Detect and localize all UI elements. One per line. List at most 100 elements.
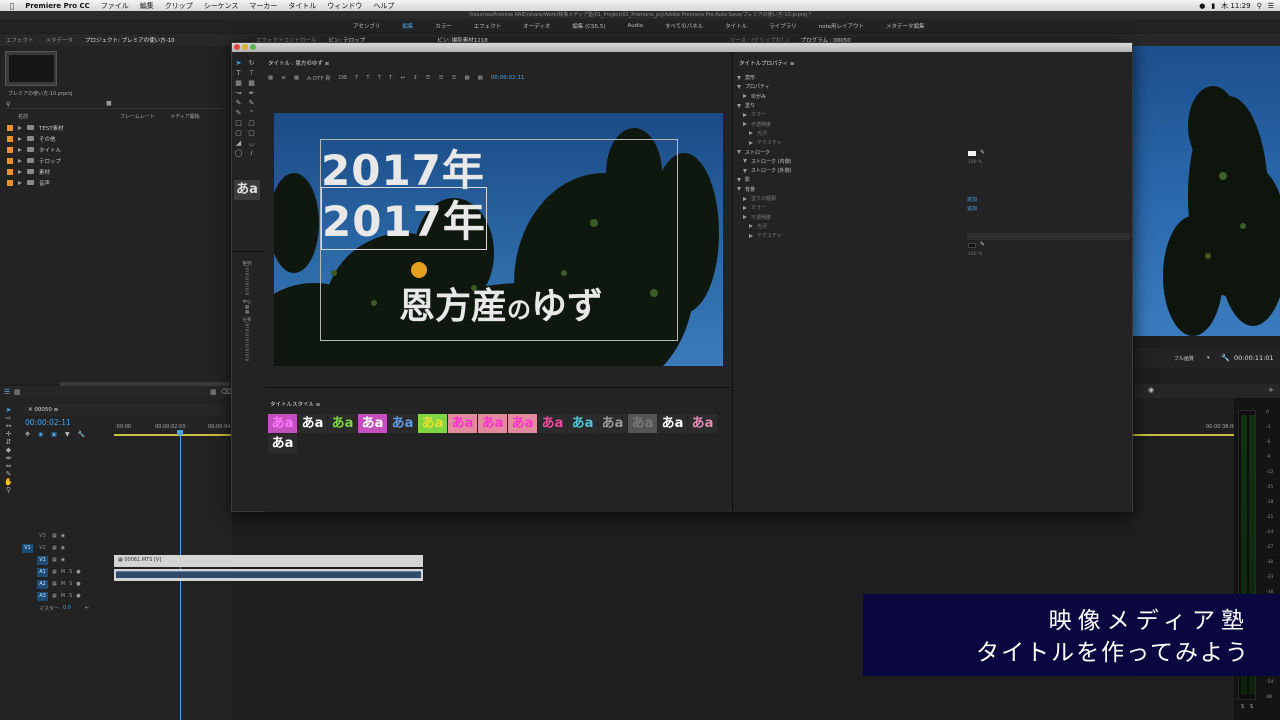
expand-icon[interactable] bbox=[18, 136, 22, 141]
ws-assembly[interactable]: アセンブリ bbox=[342, 22, 391, 30]
add-marker-icon[interactable]: ▣ bbox=[51, 431, 57, 438]
expand-icon[interactable] bbox=[743, 159, 747, 164]
selection-tool-icon[interactable]: ➤ bbox=[4, 406, 13, 414]
ws-libraries[interactable]: ライブラリ bbox=[758, 22, 808, 30]
expand-icon[interactable] bbox=[737, 84, 741, 89]
mic-icon[interactable]: ● bbox=[76, 581, 80, 587]
align-center-text-icon[interactable]: ☰ bbox=[439, 75, 444, 81]
center-v-icon[interactable]: ▦ bbox=[234, 310, 260, 315]
expand-icon[interactable] bbox=[737, 177, 741, 182]
sequence-tab[interactable]: ✕ 00050 ≡ bbox=[24, 404, 232, 416]
add-anchor-icon[interactable]: ✎ bbox=[234, 109, 243, 117]
ws-note[interactable]: note用レイアウト bbox=[808, 22, 875, 30]
expand-icon[interactable] bbox=[743, 112, 747, 117]
list-item[interactable]: タイトル bbox=[0, 144, 232, 155]
expand-icon[interactable] bbox=[18, 147, 22, 152]
eyedropper-icon[interactable]: ✎ bbox=[980, 149, 985, 156]
expand-icon[interactable] bbox=[749, 233, 753, 238]
sync-lock-icon[interactable]: ▦ bbox=[52, 581, 57, 587]
audio-clip[interactable] bbox=[114, 569, 423, 581]
style-swatch[interactable]: あa bbox=[538, 414, 567, 433]
eye-icon[interactable]: ◉ bbox=[61, 557, 65, 563]
background-opacity-value[interactable]: 100 % bbox=[968, 252, 982, 257]
menu-edit[interactable]: 編集 bbox=[140, 1, 154, 11]
menu-file[interactable]: ファイル bbox=[101, 1, 129, 11]
track-a3[interactable]: A3 ▦ M S ● bbox=[22, 590, 112, 602]
expand-icon[interactable] bbox=[18, 180, 22, 185]
style-swatch[interactable]: あa bbox=[298, 414, 327, 433]
rounded-corner-rect-icon[interactable]: ▢ bbox=[247, 129, 256, 137]
rounded-rect-icon[interactable]: ▢ bbox=[234, 129, 243, 137]
property-row[interactable]: ゆがみ bbox=[737, 92, 957, 101]
tab-stops-icon[interactable]: ▦ bbox=[464, 75, 469, 81]
property-row[interactable]: 光沢 bbox=[737, 129, 957, 138]
list-item[interactable]: 音声 bbox=[0, 177, 232, 188]
expand-icon[interactable] bbox=[749, 140, 753, 145]
icon-view-icon[interactable]: ▦ bbox=[14, 388, 21, 396]
add-icon[interactable]: + bbox=[1268, 386, 1274, 394]
style-swatch[interactable]: あa bbox=[268, 434, 297, 453]
solo-right[interactable]: S bbox=[1250, 704, 1253, 710]
program-video-frame[interactable] bbox=[1133, 46, 1280, 336]
sync-lock-icon[interactable]: ▦ bbox=[52, 557, 57, 563]
ws-audio[interactable]: Audio bbox=[617, 23, 655, 29]
video-clip[interactable]: ▦ 00061.MTS [V] bbox=[114, 555, 423, 567]
style-swatch[interactable]: あa bbox=[658, 414, 687, 433]
style-swatch[interactable]: あa bbox=[688, 414, 717, 433]
eye-icon[interactable]: ◉ bbox=[61, 533, 65, 539]
templates-icon[interactable]: ▦ bbox=[294, 75, 299, 81]
title-timecode[interactable]: 00:00:02:11 bbox=[491, 75, 525, 81]
bold-icon[interactable]: T bbox=[355, 75, 358, 81]
panel-menu-icon[interactable]: ≡ bbox=[325, 61, 330, 67]
menu-help[interactable]: ヘルプ bbox=[373, 1, 394, 11]
ws-effects[interactable]: エフェクト bbox=[463, 22, 513, 30]
project-search[interactable]: ⚲ bbox=[6, 100, 226, 109]
expand-icon[interactable] bbox=[743, 196, 747, 201]
col-framerate[interactable]: フレームレート bbox=[120, 113, 170, 120]
ws-titles[interactable]: タイトル bbox=[714, 22, 758, 30]
settings-wrench-icon[interactable]: 🔧 bbox=[78, 431, 85, 438]
font-size-icon[interactable]: T bbox=[389, 75, 392, 81]
pen-tool-icon[interactable]: ✎ bbox=[234, 99, 243, 107]
app-name[interactable]: Premiere Pro CC bbox=[25, 2, 90, 10]
property-row[interactable]: テクスチャ bbox=[737, 138, 957, 147]
export-frame-icon[interactable]: ◉ bbox=[1148, 386, 1154, 394]
track-master[interactable]: マスター 0.0 ⇤ bbox=[22, 602, 112, 614]
ellipse-tool-icon[interactable]: ◯ bbox=[234, 149, 243, 157]
ws-color[interactable]: カラー bbox=[424, 22, 463, 30]
underline-icon[interactable]: T bbox=[378, 75, 381, 81]
rate-stretch-icon[interactable]: ⇵ bbox=[4, 438, 13, 446]
style-swatch[interactable]: あa bbox=[268, 414, 297, 433]
vertical-type-tool-icon[interactable]: ⊤ bbox=[247, 69, 256, 77]
arc-tool-icon[interactable]: ◡ bbox=[247, 139, 256, 147]
panel-menu-icon[interactable]: ≡ bbox=[790, 61, 795, 67]
list-view-icon[interactable]: ☰ bbox=[4, 388, 10, 396]
marker-icon[interactable]: ▼ bbox=[65, 431, 70, 438]
tab-project[interactable]: プロジェクト: プレミアの使い方-10 bbox=[85, 36, 175, 44]
font-style-select[interactable]: DB bbox=[339, 75, 347, 81]
title-canvas[interactable]: 2017年 2017年 恩方産のゆず bbox=[274, 113, 723, 366]
delete-anchor-icon[interactable]: ✎ bbox=[247, 99, 256, 107]
expand-icon[interactable] bbox=[737, 75, 741, 80]
chevron-down-icon[interactable]: ▾ bbox=[1207, 355, 1210, 361]
property-row[interactable]: 影 bbox=[737, 175, 957, 184]
sync-lock-icon[interactable]: ▦ bbox=[52, 593, 57, 599]
wrench-icon[interactable]: 🔧 bbox=[1221, 354, 1230, 362]
expand-icon[interactable] bbox=[737, 150, 741, 155]
ws-editing[interactable]: 編集 bbox=[391, 22, 424, 30]
mic-icon[interactable]: ● bbox=[76, 569, 80, 575]
style-swatch[interactable]: あa bbox=[418, 414, 447, 433]
razor-icon[interactable]: ◆ bbox=[4, 446, 13, 454]
ws-metadata[interactable]: メタデータ編集 bbox=[875, 22, 936, 30]
track-a2[interactable]: A2 ▦ M S ● bbox=[22, 578, 112, 590]
selection-tool-icon[interactable]: ➤ bbox=[234, 59, 243, 67]
tab-effects[interactable]: エフェクト bbox=[6, 36, 34, 44]
property-row[interactable]: 不透明度 bbox=[737, 119, 957, 128]
slip-icon[interactable]: ⇹ bbox=[4, 454, 13, 462]
expand-icon[interactable] bbox=[743, 168, 747, 173]
style-preview[interactable]: あa bbox=[234, 180, 260, 200]
battery-icon[interactable]: ▮ bbox=[1211, 2, 1215, 10]
line-tool-icon[interactable]: ∕ bbox=[247, 149, 256, 157]
style-swatch[interactable]: あa bbox=[598, 414, 627, 433]
expand-icon[interactable] bbox=[737, 187, 741, 192]
